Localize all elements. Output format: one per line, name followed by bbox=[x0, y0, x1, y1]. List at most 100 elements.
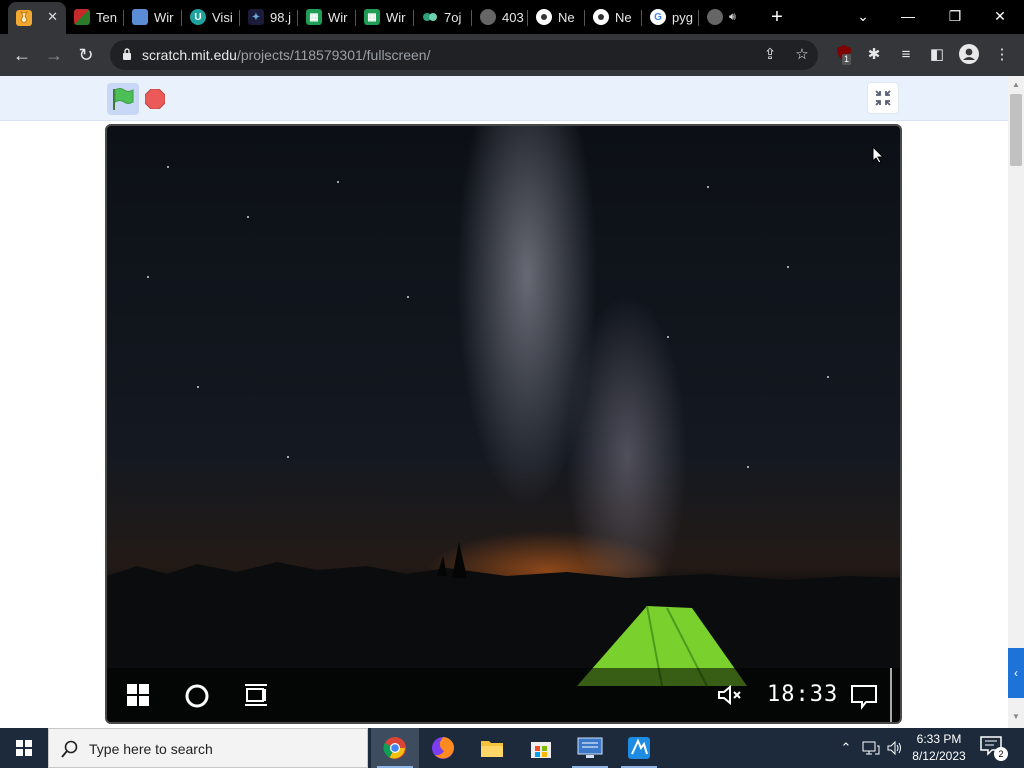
ten-icon bbox=[74, 9, 90, 25]
stop-sign-icon[interactable] bbox=[145, 89, 165, 109]
scrollbar-thumb[interactable] bbox=[1010, 94, 1022, 166]
green-flag-icon bbox=[113, 88, 134, 110]
start-button[interactable] bbox=[0, 728, 48, 768]
u-icon: U bbox=[190, 9, 206, 25]
chrome-dark-icon bbox=[536, 9, 552, 25]
windows-logo-icon[interactable] bbox=[127, 684, 149, 706]
scroll-down-arrow-icon[interactable]: ▼ bbox=[1011, 712, 1021, 722]
search-icon bbox=[61, 740, 78, 758]
tab-ne-1[interactable]: Ne bbox=[528, 4, 584, 30]
azure-app-taskbar-icon[interactable] bbox=[615, 728, 663, 768]
tab-98j[interactable]: ✦ 98.j bbox=[240, 4, 297, 30]
browser-tab-strip: ✕ Ten Wir U Visi ✦ 98.j ▦ Wir ▦ Wir 7oj … bbox=[0, 0, 1024, 34]
clock-time: 6:33 PM bbox=[916, 732, 962, 746]
file-explorer-taskbar-icon[interactable] bbox=[468, 728, 516, 768]
star bbox=[287, 456, 289, 458]
globe-icon bbox=[480, 9, 496, 25]
star bbox=[667, 336, 669, 338]
volume-icon[interactable] bbox=[884, 728, 906, 768]
bookmark-star-icon[interactable]: ☆ bbox=[792, 45, 812, 65]
profile-avatar-icon[interactable] bbox=[958, 44, 980, 66]
clock-date: 8/12/2023 bbox=[912, 749, 966, 763]
tab-search-chevron-icon[interactable]: ⌄ bbox=[848, 4, 878, 28]
lock-icon bbox=[123, 48, 131, 60]
tab-wir-3[interactable]: ▦ Wir bbox=[356, 4, 413, 30]
notifications-button[interactable]: 2 bbox=[980, 736, 1008, 761]
forward-button[interactable]: → bbox=[42, 43, 66, 67]
side-panel-icon[interactable]: ◧ bbox=[926, 44, 948, 66]
scratch-cat-icon bbox=[16, 10, 32, 26]
action-center-icon[interactable] bbox=[850, 684, 878, 710]
media-control-icon[interactable]: ≡ bbox=[895, 44, 917, 66]
scratch-controls-bar bbox=[0, 76, 1008, 121]
page-scrollbar[interactable]: ▲ ▼ bbox=[1008, 76, 1024, 728]
scratch-fullscreen-page: 18:33 bbox=[0, 76, 1008, 728]
tab-pyg[interactable]: G pyg bbox=[642, 4, 698, 30]
share-icon[interactable]: ⇪ bbox=[760, 45, 780, 65]
firefox-taskbar-icon[interactable] bbox=[419, 728, 467, 768]
address-bar[interactable]: scratch.mit.edu/projects/118579301/fulls… bbox=[110, 40, 818, 70]
close-tab-icon[interactable]: ✕ bbox=[47, 9, 58, 25]
tab-403[interactable]: 403 bbox=[472, 4, 527, 30]
scroll-up-arrow-icon[interactable]: ▲ bbox=[1011, 80, 1021, 90]
sheet-icon: ▦ bbox=[364, 9, 380, 25]
tab-ne-2[interactable]: Ne bbox=[585, 4, 641, 30]
stage-clock: 18:33 bbox=[767, 682, 839, 707]
restore-button[interactable]: ❐ bbox=[940, 4, 970, 28]
search-placeholder: Type here to search bbox=[89, 741, 213, 757]
notification-count-badge: 2 bbox=[994, 747, 1008, 761]
close-window-button[interactable]: ✕ bbox=[985, 4, 1015, 28]
tab-wir-2[interactable]: ▦ Wir bbox=[298, 4, 355, 30]
exit-fullscreen-icon bbox=[875, 90, 891, 106]
google-icon: G bbox=[650, 9, 666, 25]
star bbox=[707, 186, 709, 188]
chrome-dark-icon bbox=[593, 9, 609, 25]
bird-icon: ✦ bbox=[248, 9, 264, 25]
tab-visi[interactable]: U Visi bbox=[182, 4, 239, 30]
star bbox=[247, 216, 249, 218]
star bbox=[407, 296, 409, 298]
minimize-button[interactable]: — bbox=[893, 4, 923, 28]
browser-toolbar: ← → ↻ scratch.mit.edu/projects/118579301… bbox=[0, 34, 1024, 76]
task-view-icon[interactable] bbox=[244, 684, 268, 706]
browser-menu-icon[interactable]: ⋮ bbox=[991, 44, 1013, 66]
chrome-taskbar-icon[interactable] bbox=[371, 728, 419, 768]
star bbox=[147, 276, 149, 278]
extensions-puzzle-icon[interactable]: ✱ bbox=[863, 44, 885, 66]
cortana-circle-icon[interactable] bbox=[185, 684, 209, 708]
green-flag-button[interactable] bbox=[107, 83, 139, 115]
sheet-icon: ▦ bbox=[306, 9, 322, 25]
exit-fullscreen-button[interactable] bbox=[867, 82, 899, 114]
tab-audio[interactable]: 🔊︎ bbox=[699, 4, 755, 30]
dots-icon bbox=[422, 9, 438, 25]
show-hidden-icons-chevron-icon[interactable]: ⌃ bbox=[836, 728, 856, 768]
star bbox=[337, 181, 339, 183]
windows-taskbar: Type here to search ⌃ 6:33 PM 8/12/2023 … bbox=[0, 728, 1024, 768]
show-desktop-divider[interactable] bbox=[890, 668, 892, 722]
tab-ten[interactable]: Ten bbox=[66, 4, 123, 30]
ublock-extension-icon[interactable]: 1 bbox=[833, 44, 855, 66]
windows-start-icon bbox=[16, 740, 32, 756]
star bbox=[197, 386, 199, 388]
system-clock[interactable]: 6:33 PM 8/12/2023 bbox=[906, 731, 972, 765]
taskbar-search-box[interactable]: Type here to search bbox=[48, 728, 368, 768]
tab-wir-1[interactable]: Wir bbox=[124, 4, 181, 30]
mouse-cursor-icon bbox=[872, 146, 884, 164]
remote-desktop-taskbar-icon[interactable] bbox=[566, 728, 614, 768]
network-icon[interactable] bbox=[860, 728, 882, 768]
extension-badge: 1 bbox=[842, 54, 852, 65]
tab-7oj[interactable]: 7oj bbox=[414, 4, 471, 30]
side-panel-tab-chevron-icon[interactable]: ‹ bbox=[1008, 648, 1024, 698]
wir-icon bbox=[132, 9, 148, 25]
url-text: scratch.mit.edu/projects/118579301/fulls… bbox=[142, 47, 431, 63]
muted-speaker-icon[interactable] bbox=[717, 684, 743, 706]
microsoft-store-taskbar-icon[interactable] bbox=[517, 728, 565, 768]
back-button[interactable]: ← bbox=[10, 43, 34, 67]
star bbox=[787, 266, 789, 268]
globe-icon bbox=[707, 9, 723, 25]
new-tab-button[interactable]: + bbox=[766, 6, 788, 28]
reload-button[interactable]: ↻ bbox=[74, 43, 98, 67]
tab-scratch[interactable]: ✕ bbox=[8, 2, 66, 34]
project-stage[interactable]: 18:33 bbox=[105, 124, 902, 724]
speaker-icon: 🔊︎ bbox=[729, 10, 736, 23]
